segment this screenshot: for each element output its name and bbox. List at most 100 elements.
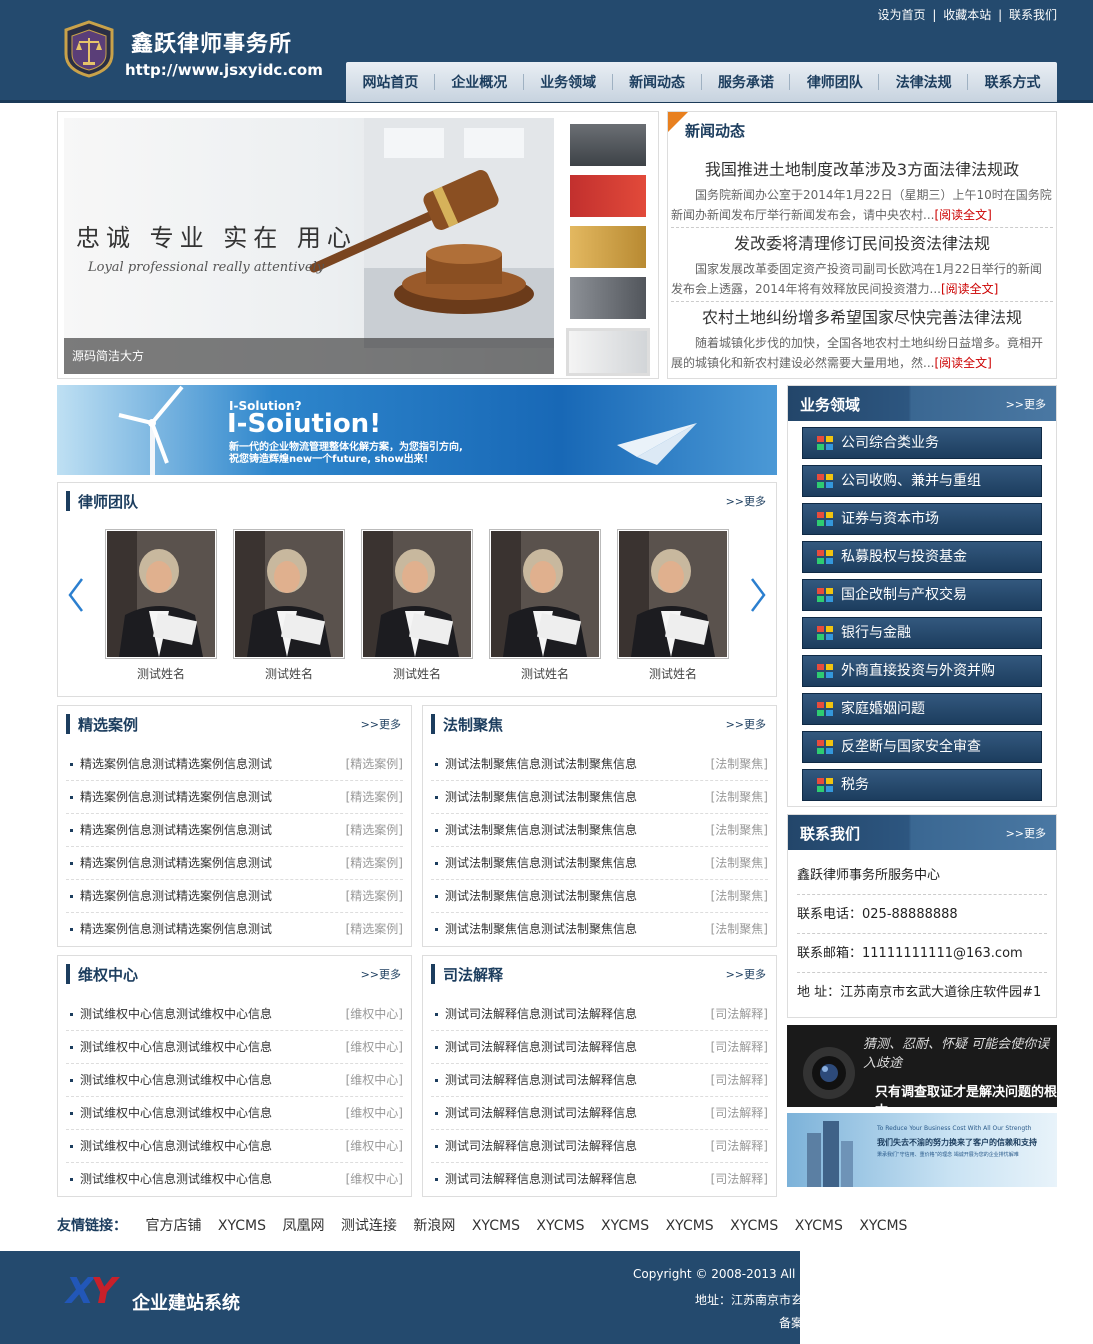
list-item[interactable]: 测试维权中心信息测试维权中心信息 [维权中心] bbox=[66, 1097, 403, 1130]
list-item[interactable]: 测试司法解释信息测试司法解释信息 [司法解释] bbox=[431, 1031, 768, 1064]
list-item[interactable]: 测试维权中心信息测试维权中心信息 [维权中心] bbox=[66, 1130, 403, 1163]
camera-ad-banner[interactable]: 猜测、忍耐、怀疑 可能会使你误入歧途 只有调查取证才是解决问题的根本 bbox=[787, 1025, 1057, 1107]
top-links-separator: | bbox=[998, 8, 1003, 22]
list-item[interactable]: 测试法制聚焦信息测试法制聚焦信息 [法制聚焦] bbox=[431, 913, 768, 946]
nav-team[interactable]: 律师团队 bbox=[790, 72, 880, 92]
thumb-group-photo[interactable] bbox=[570, 124, 646, 166]
contact-us-link[interactable]: 联系我们 bbox=[1009, 8, 1057, 22]
news-item-title[interactable]: 农村土地纠纷增多希望国家尽快完善法律法规 bbox=[671, 304, 1053, 328]
set-homepage-link[interactable]: 设为首页 bbox=[878, 8, 926, 22]
friendly-link[interactable]: 测试连接 bbox=[341, 1218, 397, 1234]
nav-business[interactable]: 业务领域 bbox=[524, 72, 613, 92]
nav-contact[interactable]: 联系方式 bbox=[968, 72, 1057, 92]
business-item[interactable]: 税务 bbox=[802, 769, 1042, 801]
list-item[interactable]: 测试司法解释信息测试司法解释信息 [司法解释] bbox=[431, 1130, 768, 1163]
list-item[interactable]: 精选案例信息测试精选案例信息测试 [精选案例] bbox=[66, 880, 403, 913]
team-member[interactable]: 测试姓名 bbox=[105, 529, 217, 682]
article-list: 精选案例信息测试精选案例信息测试 [精选案例] 精选案例信息测试精选案例信息测试[… bbox=[66, 748, 403, 946]
grid-icon bbox=[817, 778, 833, 792]
list-item[interactable]: 测试法制聚焦信息测试法制聚焦信息 [法制聚焦] bbox=[431, 781, 768, 814]
team-member[interactable]: 测试姓名 bbox=[361, 529, 473, 682]
friendly-link[interactable]: XYCMS bbox=[601, 1218, 649, 1234]
list-item[interactable]: 测试维权中心信息测试维权中心信息 [维权中心] bbox=[66, 1163, 403, 1196]
nav-service[interactable]: 服务承诺 bbox=[702, 72, 791, 92]
lawyer-photo-icon[interactable] bbox=[105, 529, 217, 659]
business-item[interactable]: 私募股权与投资基金 bbox=[802, 541, 1042, 573]
list-item[interactable]: 精选案例信息测试精选案例信息测试 [精选案例] bbox=[66, 913, 403, 946]
team-member-name: 测试姓名 bbox=[136, 667, 185, 681]
list-item[interactable]: 测试法制聚焦信息测试法制聚焦信息 [法制聚焦] bbox=[431, 847, 768, 880]
friendly-link[interactable]: 官方店铺 bbox=[145, 1218, 201, 1234]
team-more-link[interactable]: >>更多 bbox=[726, 493, 766, 509]
lawyer-team-section: 律师团队 >>更多 测试姓名 测试姓名 测试姓名 测试姓名 测试姓名 bbox=[57, 482, 777, 697]
thumb-building[interactable] bbox=[570, 277, 646, 319]
chevron-left-icon[interactable] bbox=[66, 575, 86, 615]
business-ad-banner[interactable]: To Reduce Your Business Cost With All Ou… bbox=[787, 1113, 1057, 1187]
thumb-gavel-active[interactable] bbox=[566, 328, 650, 376]
news-title: 新闻动态 bbox=[685, 122, 746, 140]
lawyer-photo-icon[interactable] bbox=[361, 529, 473, 659]
friendly-link[interactable]: 新浪网 bbox=[413, 1218, 455, 1234]
friendly-link[interactable]: XYCMS bbox=[730, 1218, 778, 1234]
slide-main-image[interactable]: 忠诚 专业 实在 用心 Loyal professional really at… bbox=[64, 118, 554, 374]
nav-about[interactable]: 企业概况 bbox=[435, 72, 524, 92]
bookmark-link[interactable]: 收藏本站 bbox=[943, 8, 991, 22]
thumb-red-calligraphy[interactable] bbox=[570, 175, 646, 217]
section-more-link[interactable]: >>更多 bbox=[726, 716, 766, 732]
section-more-link[interactable]: >>更多 bbox=[361, 966, 401, 982]
list-item[interactable]: 测试法制聚焦信息测试法制聚焦信息 [法制聚焦] bbox=[431, 880, 768, 913]
friendly-link[interactable]: XYCMS bbox=[666, 1218, 714, 1234]
list-item[interactable]: 测试司法解释信息测试司法解释信息 [司法解释] bbox=[431, 1097, 768, 1130]
list-item[interactable]: 精选案例信息测试精选案例信息测试 [精选案例] bbox=[66, 781, 403, 814]
read-more-link[interactable]: [阅读全文] bbox=[941, 282, 998, 296]
friendly-link[interactable]: XYCMS bbox=[859, 1218, 907, 1234]
business-item[interactable]: 证券与资本市场 bbox=[802, 503, 1042, 535]
friendly-link[interactable]: XYCMS bbox=[795, 1218, 843, 1234]
section-more-link[interactable]: >>更多 bbox=[361, 716, 401, 732]
team-member[interactable]: 测试姓名 bbox=[489, 529, 601, 682]
business-more-link[interactable]: >>更多 bbox=[1006, 396, 1046, 412]
chevron-right-icon[interactable] bbox=[748, 575, 768, 615]
solution-banner[interactable]: I-Solution? I-Soiution! 新一代的企业物流管理整体化解方案… bbox=[57, 385, 777, 475]
business-item[interactable]: 公司收购、兼并与重组 bbox=[802, 465, 1042, 497]
list-item[interactable]: 测试司法解释信息测试司法解释信息 [司法解释] bbox=[431, 1064, 768, 1097]
news-item-title[interactable]: 我国推进土地制度改革涉及3方面法律法规政 bbox=[671, 156, 1053, 180]
list-item[interactable]: 测试司法解释信息测试司法解释信息 [司法解释] bbox=[431, 998, 768, 1031]
law-firm-logo-icon[interactable] bbox=[62, 20, 116, 78]
read-more-link[interactable]: [阅读全文] bbox=[934, 356, 991, 370]
friendly-link[interactable]: XYCMS bbox=[536, 1218, 584, 1234]
team-member[interactable]: 测试姓名 bbox=[617, 529, 729, 682]
business-item[interactable]: 家庭婚姻问题 bbox=[802, 693, 1042, 725]
list-item[interactable]: 精选案例信息测试精选案例信息测试 [精选案例] bbox=[66, 748, 403, 781]
business-item[interactable]: 银行与金融 bbox=[802, 617, 1042, 649]
read-more-link[interactable]: [阅读全文] bbox=[934, 208, 991, 222]
team-member[interactable]: 测试姓名 bbox=[233, 529, 345, 682]
friendly-link[interactable]: 凤凰网 bbox=[282, 1218, 324, 1234]
list-item[interactable]: 测试法制聚焦信息测试法制聚焦信息 [法制聚焦] bbox=[431, 814, 768, 847]
friendly-link[interactable]: XYCMS bbox=[218, 1218, 266, 1234]
list-item[interactable]: 测试维权中心信息测试维权中心信息 [维权中心] bbox=[66, 1031, 403, 1064]
list-item[interactable]: 测试维权中心信息测试维权中心信息 [维权中心] bbox=[66, 998, 403, 1031]
nav-home[interactable]: 网站首页 bbox=[346, 72, 435, 92]
nav-laws[interactable]: 法律法规 bbox=[879, 72, 969, 92]
friendly-link[interactable]: XYCMS bbox=[472, 1218, 520, 1234]
contact-more-link[interactable]: >>更多 bbox=[1006, 825, 1046, 841]
business-item[interactable]: 反垄断与国家安全审查 bbox=[802, 731, 1042, 763]
business-item[interactable]: 公司综合类业务 bbox=[802, 427, 1042, 459]
news-item-title[interactable]: 发改委将清理修订民间投资法律法规 bbox=[671, 230, 1053, 254]
section-more-link[interactable]: >>更多 bbox=[726, 966, 766, 982]
list-item[interactable]: 精选案例信息测试精选案例信息测试 [精选案例] bbox=[66, 814, 403, 847]
news-item: 发改委将清理修订民间投资法律法规 国家发展改革委固定资产投资司副司长欧鸿在1月2… bbox=[671, 230, 1053, 302]
business-item[interactable]: 国企改制与产权交易 bbox=[802, 579, 1042, 611]
list-item[interactable]: 测试司法解释信息测试司法解释信息 [司法解释] bbox=[431, 1163, 768, 1196]
lawyer-photo-icon[interactable] bbox=[617, 529, 729, 659]
lawyer-photo-icon[interactable] bbox=[233, 529, 345, 659]
list-item[interactable]: 测试维权中心信息测试维权中心信息 [维权中心] bbox=[66, 1064, 403, 1097]
contact-phone: 联系电话：025-88888888 bbox=[797, 895, 1047, 934]
thumb-gold-calligraphy[interactable] bbox=[570, 226, 646, 268]
nav-news[interactable]: 新闻动态 bbox=[613, 72, 702, 92]
business-item[interactable]: 外商直接投资与外资并购 bbox=[802, 655, 1042, 687]
lawyer-photo-icon[interactable] bbox=[489, 529, 601, 659]
list-item[interactable]: 精选案例信息测试精选案例信息测试 [精选案例] bbox=[66, 847, 403, 880]
list-item[interactable]: 测试法制聚焦信息测试法制聚焦信息 [法制聚焦] bbox=[431, 748, 768, 781]
